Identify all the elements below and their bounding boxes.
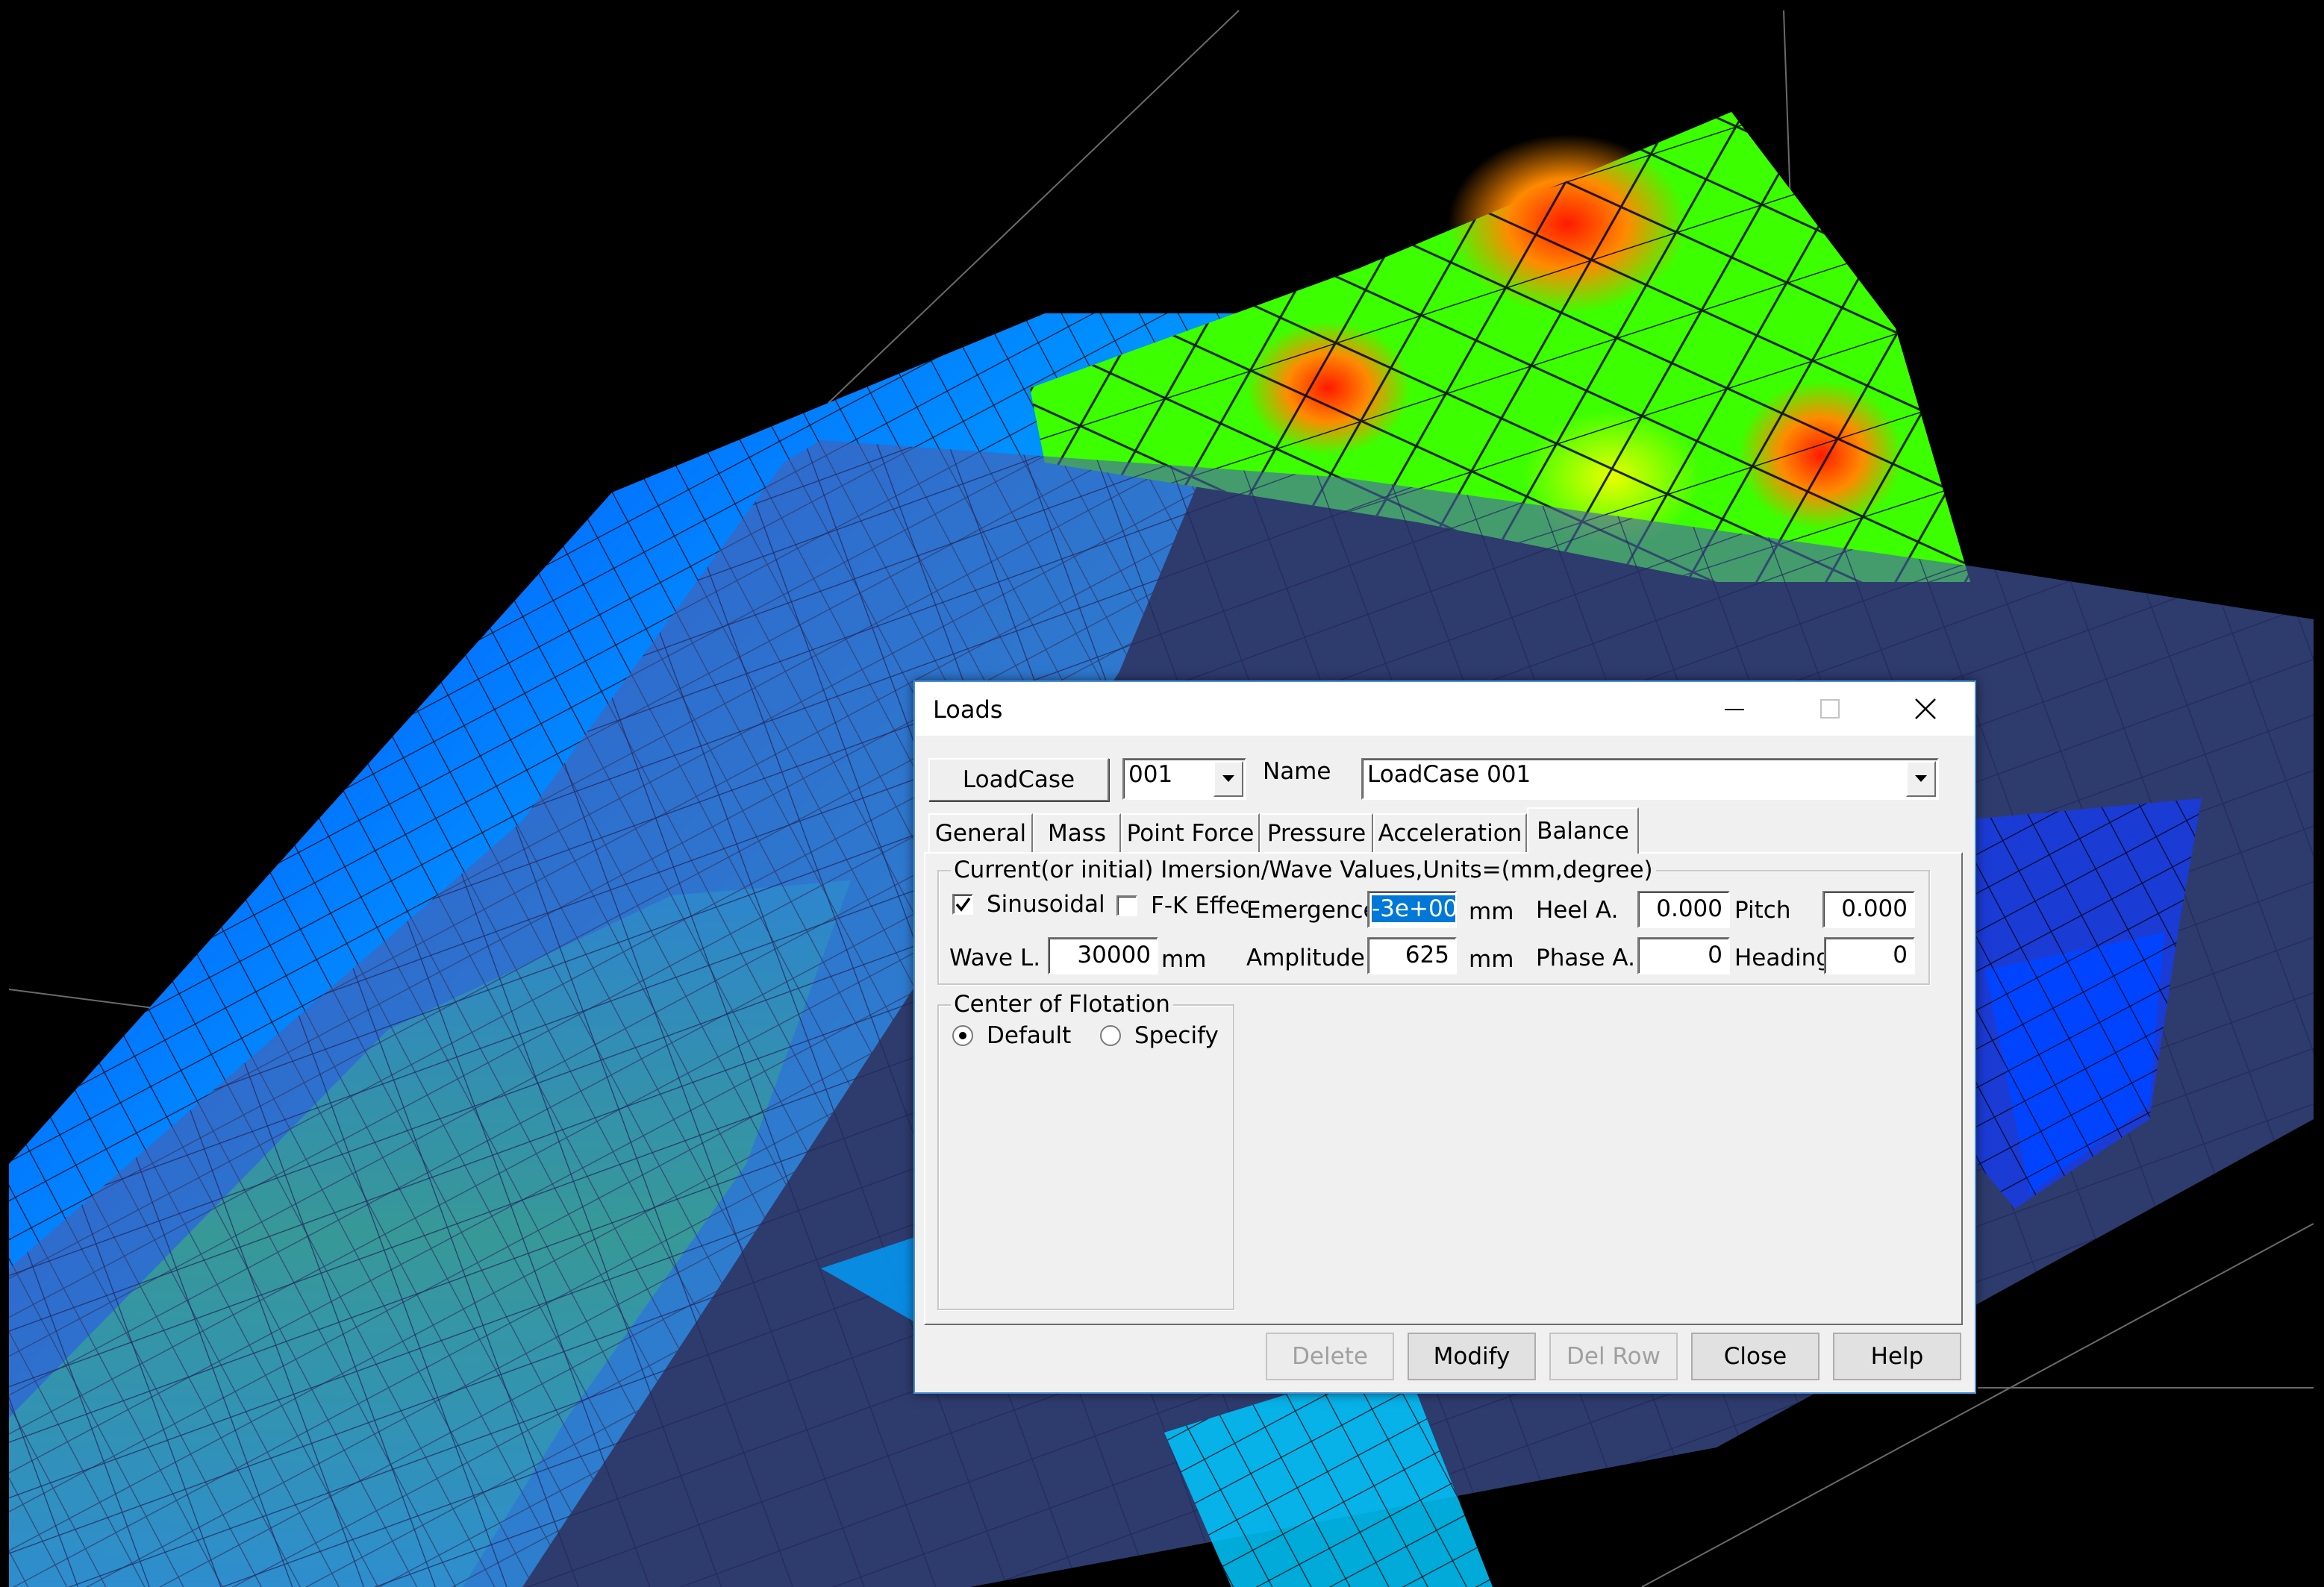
tab-acceleration[interactable]: Acceleration [1373, 813, 1527, 852]
pitch-field[interactable]: 0.000 [1822, 891, 1915, 928]
phase-field[interactable]: 0 [1637, 937, 1730, 974]
heading-field[interactable]: 0 [1824, 937, 1915, 974]
chevron-down-icon[interactable] [1906, 761, 1936, 797]
del-row-button[interactable]: Del Row [1549, 1333, 1678, 1380]
wave-length-label: Wave L. [949, 945, 1041, 971]
chevron-down-icon[interactable] [1213, 761, 1243, 797]
fk-effect-checkbox[interactable] [1116, 895, 1137, 916]
emergence-field[interactable]: -3e+003 [1367, 891, 1457, 928]
maximize-button[interactable] [1782, 682, 1878, 736]
center-of-flotation-group [937, 1004, 1234, 1310]
sinusoidal-checkbox[interactable] [952, 894, 973, 915]
name-label: Name [1263, 758, 1331, 785]
wave-length-field[interactable]: 30000 [1048, 937, 1158, 974]
emergence-value: -3e+003 [1372, 895, 1455, 922]
close-icon [1915, 698, 1936, 719]
amplitude-label: Amplitude [1246, 945, 1365, 971]
help-button[interactable]: Help [1833, 1333, 1961, 1380]
check-icon [955, 897, 971, 912]
delete-button[interactable]: Delete [1266, 1333, 1394, 1380]
dialog-title: Loads [933, 695, 1003, 724]
tab-general[interactable]: General [928, 813, 1033, 852]
loadcase-select[interactable]: 001 [1122, 758, 1246, 800]
amplitude-unit: mm [1469, 946, 1514, 973]
wave-values-group-title: Current(or initial) Imersion/Wave Values… [951, 857, 1656, 883]
phase-label: Phase A. [1536, 945, 1635, 971]
default-label: Default [987, 1022, 1072, 1049]
tab-pressure[interactable]: Pressure [1260, 813, 1373, 852]
loadcase-id: 001 [1128, 761, 1173, 788]
minimize-button[interactable] [1687, 682, 1782, 736]
heel-field[interactable]: 0.000 [1637, 891, 1730, 928]
close-button[interactable]: Close [1691, 1333, 1819, 1380]
heading-label: Heading [1734, 945, 1831, 971]
tab-mass[interactable]: Mass [1033, 813, 1121, 852]
fk-effect-label: F-K Effec [1151, 892, 1248, 919]
tab-point-force[interactable]: Point Force [1121, 813, 1260, 852]
title-bar[interactable]: Loads [915, 682, 1975, 736]
center-of-flotation-title: Center of Flotation [951, 991, 1173, 1018]
pitch-label: Pitch [1734, 897, 1791, 924]
name-combobox[interactable]: LoadCase 001 [1361, 758, 1939, 800]
specify-label: Specify [1134, 1022, 1219, 1049]
tab-balance[interactable]: Balance [1527, 807, 1639, 854]
name-value: LoadCase 001 [1367, 761, 1531, 788]
specify-radio[interactable] [1100, 1025, 1121, 1046]
sinusoidal-label: Sinusoidal [987, 891, 1105, 918]
minimize-icon [1725, 709, 1744, 710]
close-window-button[interactable] [1878, 682, 1973, 736]
emergence-unit: mm [1469, 898, 1514, 925]
default-radio[interactable] [952, 1025, 973, 1046]
maximize-icon [1820, 699, 1840, 719]
amplitude-field[interactable]: 625 [1367, 937, 1457, 974]
heel-label: Heel A. [1536, 897, 1619, 924]
loadcase-button[interactable]: LoadCase [928, 758, 1109, 801]
wave-length-unit: mm [1161, 946, 1207, 973]
modify-button[interactable]: Modify [1408, 1333, 1536, 1380]
emergence-label: Emergence [1246, 897, 1378, 924]
